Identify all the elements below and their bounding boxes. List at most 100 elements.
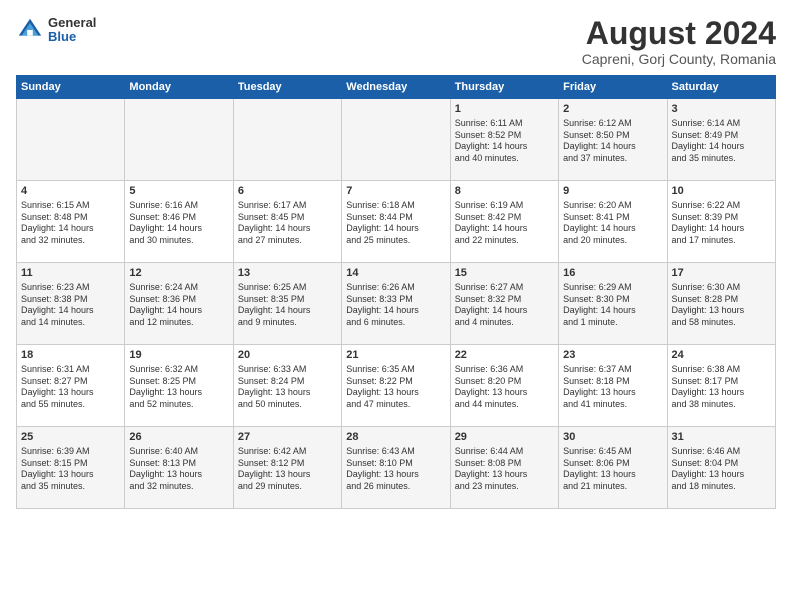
col-monday: Monday xyxy=(125,76,233,99)
day-info: Sunrise: 6:32 AM Sunset: 8:25 PM Dayligh… xyxy=(129,364,228,411)
table-row: 2Sunrise: 6:12 AM Sunset: 8:50 PM Daylig… xyxy=(559,99,667,181)
day-info: Sunrise: 6:14 AM Sunset: 8:49 PM Dayligh… xyxy=(672,118,771,165)
day-info: Sunrise: 6:12 AM Sunset: 8:50 PM Dayligh… xyxy=(563,118,662,165)
day-number: 10 xyxy=(672,184,771,199)
day-info: Sunrise: 6:29 AM Sunset: 8:30 PM Dayligh… xyxy=(563,282,662,329)
logo-icon xyxy=(16,16,44,44)
day-number: 13 xyxy=(238,266,337,281)
day-number: 28 xyxy=(346,430,445,445)
col-wednesday: Wednesday xyxy=(342,76,450,99)
day-info: Sunrise: 6:17 AM Sunset: 8:45 PM Dayligh… xyxy=(238,200,337,247)
logo-general-label: General xyxy=(48,16,96,30)
table-row: 21Sunrise: 6:35 AM Sunset: 8:22 PM Dayli… xyxy=(342,345,450,427)
day-number: 7 xyxy=(346,184,445,199)
day-number: 11 xyxy=(21,266,120,281)
table-row: 9Sunrise: 6:20 AM Sunset: 8:41 PM Daylig… xyxy=(559,181,667,263)
day-info: Sunrise: 6:20 AM Sunset: 8:41 PM Dayligh… xyxy=(563,200,662,247)
table-row: 3Sunrise: 6:14 AM Sunset: 8:49 PM Daylig… xyxy=(667,99,775,181)
day-info: Sunrise: 6:19 AM Sunset: 8:42 PM Dayligh… xyxy=(455,200,554,247)
table-row: 8Sunrise: 6:19 AM Sunset: 8:42 PM Daylig… xyxy=(450,181,558,263)
table-row: 29Sunrise: 6:44 AM Sunset: 8:08 PM Dayli… xyxy=(450,427,558,509)
day-number: 19 xyxy=(129,348,228,363)
day-info: Sunrise: 6:31 AM Sunset: 8:27 PM Dayligh… xyxy=(21,364,120,411)
day-number: 23 xyxy=(563,348,662,363)
table-row: 16Sunrise: 6:29 AM Sunset: 8:30 PM Dayli… xyxy=(559,263,667,345)
day-info: Sunrise: 6:25 AM Sunset: 8:35 PM Dayligh… xyxy=(238,282,337,329)
day-number: 31 xyxy=(672,430,771,445)
table-row: 27Sunrise: 6:42 AM Sunset: 8:12 PM Dayli… xyxy=(233,427,341,509)
day-info: Sunrise: 6:22 AM Sunset: 8:39 PM Dayligh… xyxy=(672,200,771,247)
logo: General Blue xyxy=(16,16,96,45)
logo-blue-label: Blue xyxy=(48,30,96,44)
table-row: 18Sunrise: 6:31 AM Sunset: 8:27 PM Dayli… xyxy=(17,345,125,427)
col-tuesday: Tuesday xyxy=(233,76,341,99)
table-row: 19Sunrise: 6:32 AM Sunset: 8:25 PM Dayli… xyxy=(125,345,233,427)
day-info: Sunrise: 6:26 AM Sunset: 8:33 PM Dayligh… xyxy=(346,282,445,329)
day-info: Sunrise: 6:44 AM Sunset: 8:08 PM Dayligh… xyxy=(455,446,554,493)
day-info: Sunrise: 6:39 AM Sunset: 8:15 PM Dayligh… xyxy=(21,446,120,493)
day-number: 14 xyxy=(346,266,445,281)
table-row: 4Sunrise: 6:15 AM Sunset: 8:48 PM Daylig… xyxy=(17,181,125,263)
day-info: Sunrise: 6:18 AM Sunset: 8:44 PM Dayligh… xyxy=(346,200,445,247)
table-row: 14Sunrise: 6:26 AM Sunset: 8:33 PM Dayli… xyxy=(342,263,450,345)
day-number: 12 xyxy=(129,266,228,281)
table-row: 24Sunrise: 6:38 AM Sunset: 8:17 PM Dayli… xyxy=(667,345,775,427)
day-info: Sunrise: 6:46 AM Sunset: 8:04 PM Dayligh… xyxy=(672,446,771,493)
day-number: 20 xyxy=(238,348,337,363)
day-number: 25 xyxy=(21,430,120,445)
logo-text: General Blue xyxy=(48,16,96,45)
day-number: 18 xyxy=(21,348,120,363)
day-number: 4 xyxy=(21,184,120,199)
day-number: 24 xyxy=(672,348,771,363)
table-row: 26Sunrise: 6:40 AM Sunset: 8:13 PM Dayli… xyxy=(125,427,233,509)
day-number: 9 xyxy=(563,184,662,199)
col-thursday: Thursday xyxy=(450,76,558,99)
table-row: 5Sunrise: 6:16 AM Sunset: 8:46 PM Daylig… xyxy=(125,181,233,263)
calendar-header: Sunday Monday Tuesday Wednesday Thursday… xyxy=(17,76,776,99)
table-row: 22Sunrise: 6:36 AM Sunset: 8:20 PM Dayli… xyxy=(450,345,558,427)
day-info: Sunrise: 6:43 AM Sunset: 8:10 PM Dayligh… xyxy=(346,446,445,493)
table-row: 23Sunrise: 6:37 AM Sunset: 8:18 PM Dayli… xyxy=(559,345,667,427)
header: General Blue August 2024 Capreni, Gorj C… xyxy=(16,16,776,67)
table-row: 25Sunrise: 6:39 AM Sunset: 8:15 PM Dayli… xyxy=(17,427,125,509)
calendar-body: 1Sunrise: 6:11 AM Sunset: 8:52 PM Daylig… xyxy=(17,99,776,509)
header-row: Sunday Monday Tuesday Wednesday Thursday… xyxy=(17,76,776,99)
day-info: Sunrise: 6:42 AM Sunset: 8:12 PM Dayligh… xyxy=(238,446,337,493)
day-number: 5 xyxy=(129,184,228,199)
table-row: 15Sunrise: 6:27 AM Sunset: 8:32 PM Dayli… xyxy=(450,263,558,345)
table-row: 30Sunrise: 6:45 AM Sunset: 8:06 PM Dayli… xyxy=(559,427,667,509)
day-info: Sunrise: 6:15 AM Sunset: 8:48 PM Dayligh… xyxy=(21,200,120,247)
page: General Blue August 2024 Capreni, Gorj C… xyxy=(0,0,792,612)
day-info: Sunrise: 6:35 AM Sunset: 8:22 PM Dayligh… xyxy=(346,364,445,411)
col-saturday: Saturday xyxy=(667,76,775,99)
day-number: 8 xyxy=(455,184,554,199)
day-number: 15 xyxy=(455,266,554,281)
table-row xyxy=(342,99,450,181)
day-info: Sunrise: 6:38 AM Sunset: 8:17 PM Dayligh… xyxy=(672,364,771,411)
day-info: Sunrise: 6:30 AM Sunset: 8:28 PM Dayligh… xyxy=(672,282,771,329)
day-number: 6 xyxy=(238,184,337,199)
table-row xyxy=(125,99,233,181)
table-row xyxy=(17,99,125,181)
table-row: 1Sunrise: 6:11 AM Sunset: 8:52 PM Daylig… xyxy=(450,99,558,181)
day-number: 21 xyxy=(346,348,445,363)
day-info: Sunrise: 6:40 AM Sunset: 8:13 PM Dayligh… xyxy=(129,446,228,493)
col-friday: Friday xyxy=(559,76,667,99)
day-number: 30 xyxy=(563,430,662,445)
day-info: Sunrise: 6:16 AM Sunset: 8:46 PM Dayligh… xyxy=(129,200,228,247)
col-sunday: Sunday xyxy=(17,76,125,99)
day-info: Sunrise: 6:36 AM Sunset: 8:20 PM Dayligh… xyxy=(455,364,554,411)
day-number: 1 xyxy=(455,102,554,117)
table-row: 10Sunrise: 6:22 AM Sunset: 8:39 PM Dayli… xyxy=(667,181,775,263)
table-row: 20Sunrise: 6:33 AM Sunset: 8:24 PM Dayli… xyxy=(233,345,341,427)
table-row: 31Sunrise: 6:46 AM Sunset: 8:04 PM Dayli… xyxy=(667,427,775,509)
day-number: 3 xyxy=(672,102,771,117)
day-number: 17 xyxy=(672,266,771,281)
calendar-table: Sunday Monday Tuesday Wednesday Thursday… xyxy=(16,75,776,509)
title-block: August 2024 Capreni, Gorj County, Romani… xyxy=(582,16,776,67)
day-number: 22 xyxy=(455,348,554,363)
table-row: 11Sunrise: 6:23 AM Sunset: 8:38 PM Dayli… xyxy=(17,263,125,345)
day-number: 16 xyxy=(563,266,662,281)
table-row: 17Sunrise: 6:30 AM Sunset: 8:28 PM Dayli… xyxy=(667,263,775,345)
day-info: Sunrise: 6:24 AM Sunset: 8:36 PM Dayligh… xyxy=(129,282,228,329)
